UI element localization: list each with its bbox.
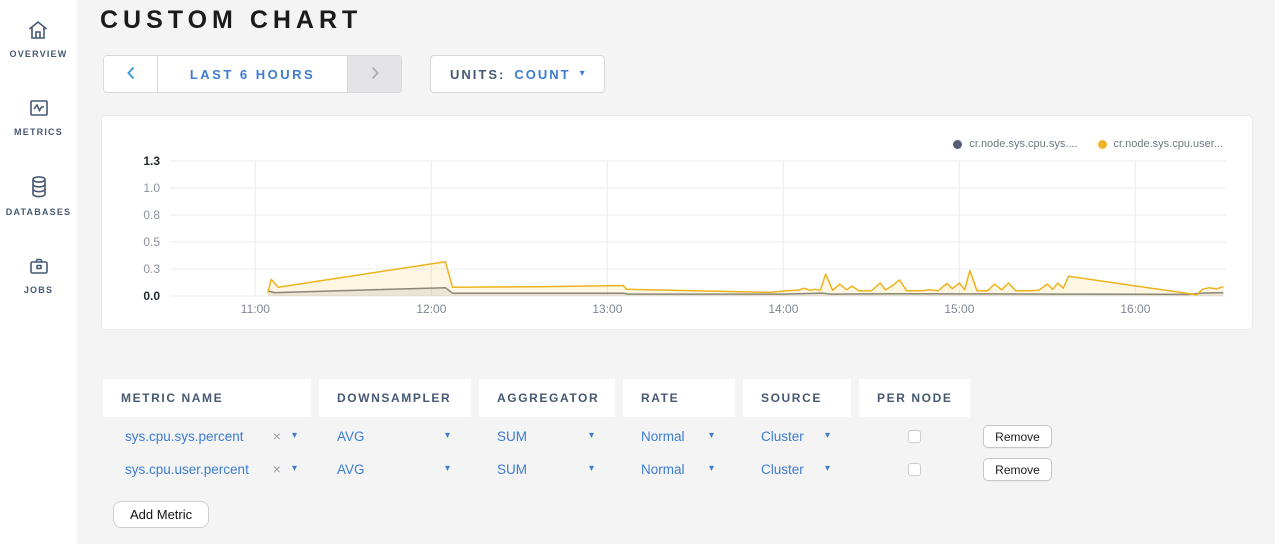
rate-value: Normal (641, 462, 685, 477)
sidebar-item-jobs[interactable]: JOBS (24, 254, 53, 295)
home-icon (26, 18, 50, 42)
column-header-rate: RATE (623, 379, 735, 417)
svg-text:11:00: 11:00 (241, 302, 270, 316)
sidebar-item-label: OVERVIEW (10, 49, 68, 59)
metric-row: sys.cpu.sys.percent × ▾ AVG ▾ SUM ▾ Norm… (103, 423, 970, 449)
per-node-checkbox[interactable] (908, 463, 921, 476)
rate-select[interactable]: Normal ▾ (623, 429, 735, 444)
column-header-aggregator: AGGREGATOR (479, 379, 615, 417)
remove-metric-button[interactable]: Remove (983, 458, 1052, 481)
chevron-right-icon (371, 66, 379, 83)
units-dropdown[interactable]: UNITS: COUNT ▾ (430, 55, 605, 93)
legend-label: cr.node.sys.cpu.user... (1114, 138, 1223, 150)
chevron-down-icon: ▾ (825, 464, 830, 474)
metrics-table-header: METRIC NAME DOWNSAMPLER AGGREGATOR RATE … (103, 379, 970, 417)
aggregator-select[interactable]: SUM ▾ (479, 429, 615, 444)
sidebar-item-label: DATABASES (6, 207, 71, 217)
chevron-down-icon: ▾ (292, 431, 297, 441)
units-label: UNITS: (450, 67, 505, 82)
legend-item-user[interactable]: cr.node.sys.cpu.user... (1098, 138, 1223, 150)
time-range-selector: LAST 6 HOURS (103, 55, 402, 93)
clear-metric-icon[interactable]: × (273, 461, 281, 477)
chevron-down-icon: ▾ (445, 431, 450, 441)
svg-text:12:00: 12:00 (416, 302, 446, 316)
add-metric-button[interactable]: Add Metric (113, 501, 209, 528)
column-header-downsampler: DOWNSAMPLER (319, 379, 471, 417)
rate-select[interactable]: Normal ▾ (623, 462, 735, 477)
chevron-down-icon: ▾ (292, 464, 297, 474)
column-header-per-node: PER NODE (859, 379, 970, 417)
database-icon (27, 174, 51, 200)
custom-chart-page: OVERVIEW METRICS DATABASES (0, 0, 1275, 544)
time-range-prev-button[interactable] (104, 56, 158, 92)
sidebar-item-label: METRICS (14, 127, 63, 137)
metric-name-value: sys.cpu.user.percent (125, 462, 249, 477)
svg-text:15:00: 15:00 (944, 302, 974, 316)
downsampler-value: AVG (337, 429, 365, 444)
chevron-down-icon: ▾ (445, 464, 450, 474)
series-dot-icon (953, 140, 962, 149)
aggregator-value: SUM (497, 429, 527, 444)
legend-label: cr.node.sys.cpu.sys.... (969, 138, 1077, 150)
per-node-cell (859, 430, 970, 443)
chart-panel: 1.3 1.0 0.8 0.5 0.3 0.0 11:00 12:00 13:00 14:00 15… (101, 115, 1253, 330)
svg-text:0.8: 0.8 (143, 208, 160, 222)
svg-text:14:00: 14:00 (768, 302, 798, 316)
source-select[interactable]: Cluster ▾ (743, 462, 851, 477)
source-value: Cluster (761, 462, 804, 477)
column-header-source: SOURCE (743, 379, 851, 417)
rate-value: Normal (641, 429, 685, 444)
svg-text:0.3: 0.3 (143, 262, 160, 276)
sidebar-item-overview[interactable]: OVERVIEW (10, 18, 68, 59)
metrics-icon (27, 96, 51, 120)
briefcase-icon (27, 254, 51, 278)
metric-name-dropdown[interactable]: sys.cpu.user.percent × ▾ (103, 461, 311, 477)
metric-row: sys.cpu.user.percent × ▾ AVG ▾ SUM ▾ Nor… (103, 456, 970, 482)
page-title: CUSTOM CHART (100, 6, 362, 35)
chevron-down-icon: ▾ (589, 464, 594, 474)
clear-metric-icon[interactable]: × (273, 428, 281, 444)
downsampler-value: AVG (337, 462, 365, 477)
legend-item-sys[interactable]: cr.node.sys.cpu.sys.... (953, 138, 1077, 150)
chart-legend: cr.node.sys.cpu.sys.... cr.node.sys.cpu.… (953, 138, 1223, 150)
time-range-dropdown[interactable]: LAST 6 HOURS (158, 56, 347, 92)
metric-name-dropdown[interactable]: sys.cpu.sys.percent × ▾ (103, 428, 311, 444)
remove-metric-button[interactable]: Remove (983, 425, 1052, 448)
chevron-down-icon: ▾ (580, 69, 585, 79)
chevron-left-icon (127, 66, 135, 83)
units-value: COUNT (514, 67, 570, 82)
sidebar-item-label: JOBS (24, 285, 53, 295)
downsampler-select[interactable]: AVG ▾ (319, 429, 471, 444)
source-value: Cluster (761, 429, 804, 444)
sidebar-item-metrics[interactable]: METRICS (14, 96, 63, 137)
series-dot-icon (1098, 140, 1107, 149)
aggregator-value: SUM (497, 462, 527, 477)
chevron-down-icon: ▾ (825, 431, 830, 441)
column-header-metric-name: METRIC NAME (103, 379, 311, 417)
per-node-checkbox[interactable] (908, 430, 921, 443)
sidebar-item-databases[interactable]: DATABASES (6, 174, 71, 217)
svg-text:1.3: 1.3 (143, 154, 160, 168)
svg-text:13:00: 13:00 (592, 302, 622, 316)
aggregator-select[interactable]: SUM ▾ (479, 462, 615, 477)
time-range-next-button[interactable] (347, 56, 401, 92)
sidebar: OVERVIEW METRICS DATABASES (0, 0, 77, 544)
source-select[interactable]: Cluster ▾ (743, 429, 851, 444)
downsampler-select[interactable]: AVG ▾ (319, 462, 471, 477)
svg-text:0.0: 0.0 (143, 289, 160, 303)
svg-text:16:00: 16:00 (1120, 302, 1150, 316)
svg-text:1.0: 1.0 (143, 181, 160, 195)
chevron-down-icon: ▾ (709, 431, 714, 441)
per-node-cell (859, 463, 970, 476)
svg-text:0.5: 0.5 (143, 235, 160, 249)
chevron-down-icon: ▾ (709, 464, 714, 474)
chevron-down-icon: ▾ (589, 431, 594, 441)
metric-name-value: sys.cpu.sys.percent (125, 429, 244, 444)
